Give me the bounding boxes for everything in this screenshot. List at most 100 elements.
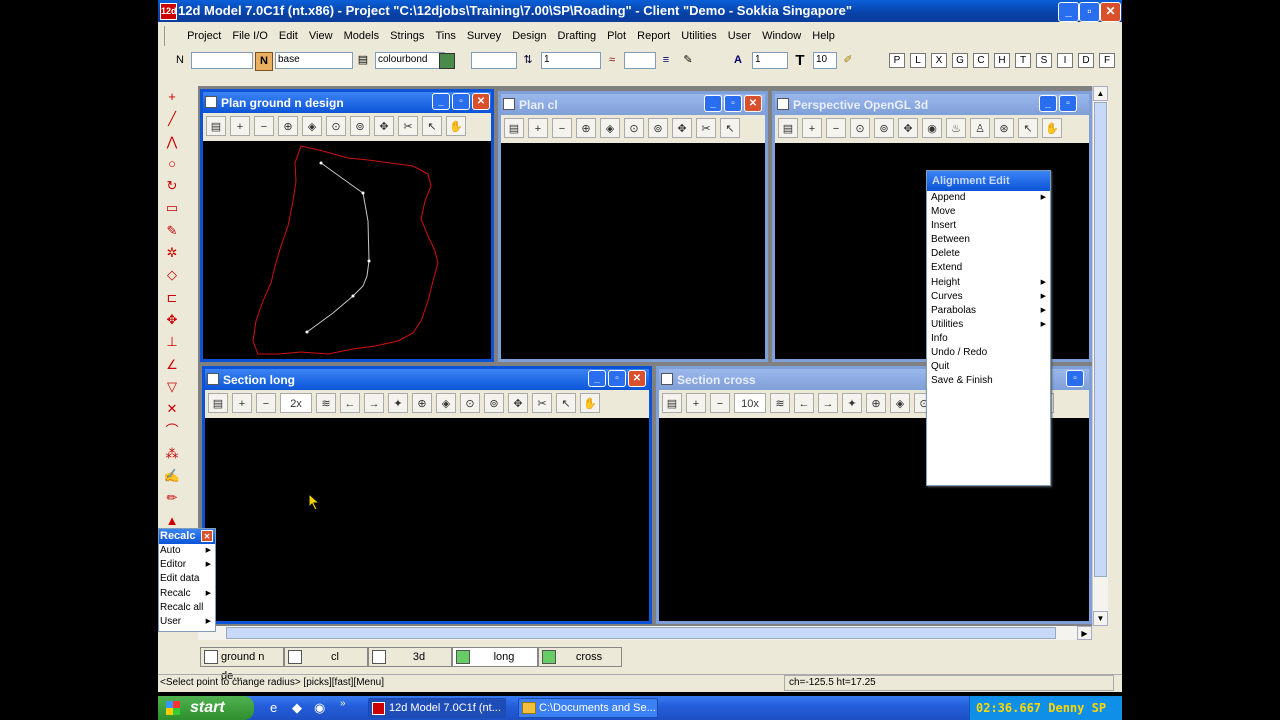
zoom-extent-icon[interactable]: ⊙ [624,118,644,138]
close-button[interactable]: ✕ [1100,2,1121,22]
line-tool-icon[interactable]: ╱ [160,108,184,130]
zoom-fit-icon[interactable]: ⊚ [350,116,370,136]
menu-user[interactable]: User [724,27,755,45]
zoom-out-icon[interactable]: − [256,393,276,413]
tab-section-long[interactable]: long [452,647,538,667]
alignment-menu-item[interactable]: Delete [927,247,1050,261]
delete-tool-icon[interactable]: ✕ [160,398,184,420]
zoom-fit-icon[interactable]: ⊚ [648,118,668,138]
task-explorer[interactable]: C:\Documents and Se... [518,698,658,718]
alignment-edit-title[interactable]: Alignment Edit [927,171,1050,191]
alignment-menu-item[interactable]: Move [927,205,1050,219]
tab-section-cross[interactable]: cross [538,647,622,667]
maximize-button[interactable]: ▫ [1079,2,1100,22]
zoom-window-icon[interactable]: ⊕ [866,393,886,413]
toggle-g[interactable]: G [952,53,968,68]
pan-icon[interactable]: ✥ [672,118,692,138]
triangle-tool-icon[interactable]: ▽ [160,376,184,398]
tab-perspective[interactable]: 3d [368,647,452,667]
view-menu-icon[interactable]: ▤ [206,116,226,136]
zoom-fit-icon[interactable]: ⊚ [874,118,894,138]
pick-chainage-icon[interactable]: ✦ [842,393,862,413]
rectangle-tool-icon[interactable]: ▭ [160,197,184,219]
toggle-t[interactable]: T [1015,53,1031,68]
alignment-menu-item[interactable]: Curves ▶ [927,290,1050,304]
hand-icon[interactable]: ✋ [1042,118,1062,138]
alignment-menu-item[interactable]: Append ▶ [927,191,1050,205]
text-tool-icon[interactable]: ✎ [160,220,184,242]
text-size-icon[interactable]: T [792,52,808,69]
edit-tool-icon[interactable]: ✍ [160,465,184,487]
toggle-x[interactable]: X [931,53,947,68]
point-tool-icon[interactable]: + [160,86,184,108]
pan-icon[interactable]: ✥ [898,118,918,138]
view-menu-icon[interactable]: ▤ [208,393,228,413]
add-model-icon[interactable]: ◈ [436,393,456,413]
alignment-menu-item[interactable]: Extend [927,261,1050,275]
alignment-menu-item[interactable]: Save & Finish [927,374,1050,388]
scroll-right-arrow-icon[interactable]: ▶ [1077,626,1092,640]
section-long-minimize-button[interactable]: _ [588,370,606,387]
move-tool-icon[interactable]: ✥ [160,309,184,331]
plan-cl-minimize-button[interactable]: _ [704,95,722,112]
toggle-p[interactable]: P [889,53,905,68]
view-menu-icon[interactable]: ▤ [662,393,682,413]
pencil-tool-icon[interactable]: ✏ [160,487,184,509]
quicklaunch-media-icon[interactable]: ◉ [314,700,325,716]
linestyle-icon[interactable]: ≈ [604,52,620,69]
plan-cl-canvas[interactable] [501,143,765,359]
menu-plot[interactable]: Plot [603,27,630,45]
pan-icon[interactable]: ✥ [374,116,394,136]
menu-help[interactable]: Help [808,27,839,45]
section-cross-zoom-field[interactable]: 10x [734,393,766,413]
profile-icon[interactable]: ≋ [770,393,790,413]
section-long-close-button[interactable]: ✕ [628,370,646,387]
recalc-menu-item[interactable]: Recalc all [159,601,215,615]
alignment-menu-item[interactable]: Insert [927,219,1050,233]
alignment-menu-item[interactable]: Undo / Redo [927,346,1050,360]
menu-file-io[interactable]: File I/O [228,27,271,45]
menu-tins[interactable]: Tins [431,27,459,45]
plan-ground-canvas[interactable] [203,141,491,359]
weight-icon[interactable]: ⇅ [520,52,536,69]
zoom-window-icon[interactable]: ⊕ [278,116,298,136]
recalc-title-bar[interactable]: Recalc ✕ [159,529,215,544]
walk-icon[interactable]: ♙ [970,118,990,138]
profile-icon[interactable]: ≋ [316,393,336,413]
break-tool-icon[interactable]: ⊏ [160,287,184,309]
text-pen-icon[interactable]: ✐ [840,52,856,69]
plan-ground-close-button[interactable]: ✕ [472,93,490,110]
zoom-out-icon[interactable]: − [552,118,572,138]
section-long-window[interactable]: Section long _ ▫ ✕ ▤ + −2x ≋ ← → ✦ ⊕ ◈ ⊙ ⊚ ✥ ✂ ↖ ✋ [202,366,652,624]
view-menu-icon[interactable]: ▤ [778,118,798,138]
perspective-maximize-button[interactable]: ▫ [1059,95,1077,112]
zoom-window-icon[interactable]: ⊕ [576,118,596,138]
light-icon[interactable]: ♨ [946,118,966,138]
tools-icon[interactable]: ✂ [696,118,716,138]
next-icon[interactable]: → [818,393,838,413]
start-button[interactable]: start [158,696,254,720]
zoom-out-icon[interactable]: − [826,118,846,138]
zoom-out-icon[interactable]: − [254,116,274,136]
quicklaunch-more-icon[interactable]: » [340,698,346,709]
pan-icon[interactable]: ✥ [508,393,528,413]
plan-ground-title-bar[interactable]: Plan ground n design _ ▫ ✕ [203,92,491,113]
colour-field[interactable]: colourbond [375,52,445,69]
recalc-menu-item[interactable]: Edit data [159,572,215,586]
pen-icon[interactable]: ✎ [680,52,696,69]
menu-design[interactable]: Design [508,27,550,45]
polyline-tool-icon[interactable]: ⋀ [160,131,184,153]
pick-icon[interactable]: ↖ [422,116,442,136]
section-long-maximize-button[interactable]: ▫ [608,370,626,387]
pick-icon[interactable]: ↖ [720,118,740,138]
tools-icon[interactable]: ✂ [398,116,418,136]
recalc-menu-item[interactable]: Recalc ▶ [159,587,215,601]
alignment-menu-item[interactable]: Utilities ▶ [927,318,1050,332]
plan-ground-window[interactable]: Plan ground n design _ ▫ ✕ ▤ + − ⊕ ◈ ⊙ ⊚ ✥ ✂ ↖ ✋ [200,89,494,362]
perspective-title-bar[interactable]: Perspective OpenGL 3d _ ▫ [775,94,1089,115]
menu-utilities[interactable]: Utilities [677,27,720,45]
zoom-extent-icon[interactable]: ⊙ [326,116,346,136]
text-style-field[interactable]: 1 [752,52,788,69]
section-long-title-bar[interactable]: Section long _ ▫ ✕ [205,369,649,390]
vertical-scroll-thumb[interactable] [1094,102,1107,577]
